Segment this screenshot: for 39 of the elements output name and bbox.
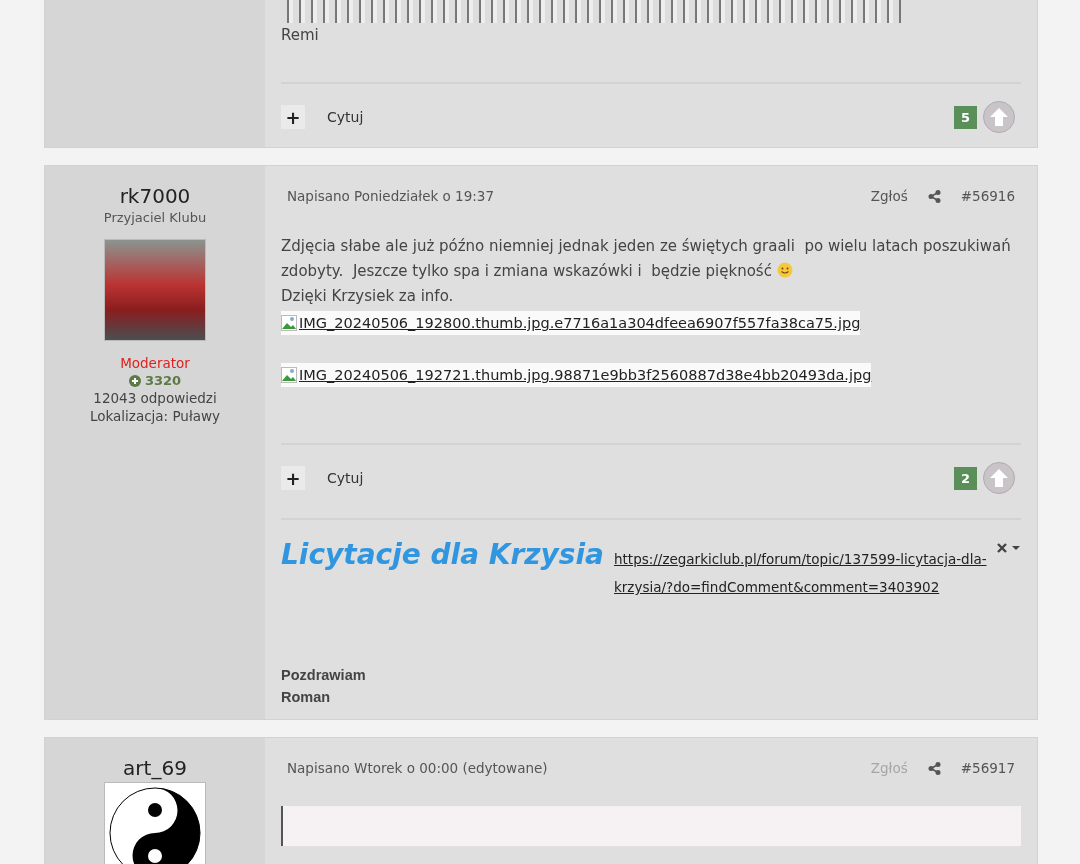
broken-image-link[interactable]: IMG_20240506_192721.thumb.jpg.98871e9bb3f2560887d38e4bb20493da.jpg [281, 363, 872, 387]
avatar-photo-placeholder[interactable] [104, 239, 206, 341]
post-text: Dzięki Krzysiek za info. [281, 286, 455, 307]
plus-circle-icon [128, 374, 141, 387]
arrow-up-icon [988, 467, 1010, 489]
multiquote-button[interactable]: + [281, 105, 305, 129]
quote-button[interactable]: Cytuj [327, 109, 364, 125]
quote-button[interactable]: Cytuj [327, 470, 364, 486]
post-number-link[interactable]: #56916 [960, 188, 1015, 204]
broken-image-link[interactable]: IMG_20240506_192800.thumb.jpg.e7716a1a304dfeea6907f557fa38ca75.jpg [281, 311, 861, 335]
reputation-score: 3320 [144, 373, 182, 388]
post-text: zdobyty. Jeszcze tylko spa i zmiana wskazówki i będzie piękność [281, 262, 772, 280]
member-group: Przyjaciel Klubu [103, 210, 207, 225]
post-date: Napisano Wtorek o 00:00 (edytowane) [287, 760, 549, 776]
post-text: Remi [281, 25, 320, 46]
close-dropdown-icon[interactable] [997, 542, 1021, 554]
signature-text: Pozdrawiam [281, 667, 367, 683]
smiley-icon [776, 262, 793, 278]
post-date: Napisano Poniedziałek o 19:37 [287, 188, 496, 204]
post-count: 12043 odpowiedzi [93, 390, 217, 406]
post-number-link[interactable]: #56917 [960, 760, 1015, 776]
member-location: Lokalizacja: Puławy [89, 408, 221, 424]
report-link[interactable]: Zgłoś [870, 188, 908, 204]
broken-image-icon [281, 315, 297, 331]
username-link[interactable]: rk7000 [119, 184, 191, 208]
signature-title: Licytacje dla Krzysia [281, 538, 604, 571]
arrow-up-icon [988, 106, 1010, 128]
reputation-count: 2 [953, 466, 977, 490]
reputation-count: 5 [953, 105, 977, 129]
signature-text: Roman [281, 689, 332, 705]
post-text: Zdjęcia słabe ale już późno niemniej jednak jeden ze świętych graali po wielu latach poszukiwań [281, 237, 1011, 255]
username-link[interactable]: art_69 [123, 756, 187, 780]
multiquote-button[interactable]: + [281, 466, 305, 490]
signature-link[interactable]: https://zegarkiclub.pl/forum/topic/137599-licytacja-dla-krzysia/?do=findComment&comment=3403902 [614, 545, 993, 601]
share-icon[interactable] [927, 189, 941, 203]
broken-image-icon [281, 367, 297, 383]
member-role: Moderator [120, 355, 190, 371]
yin-yang-avatar-icon[interactable] [104, 782, 206, 864]
share-icon[interactable] [927, 761, 941, 775]
